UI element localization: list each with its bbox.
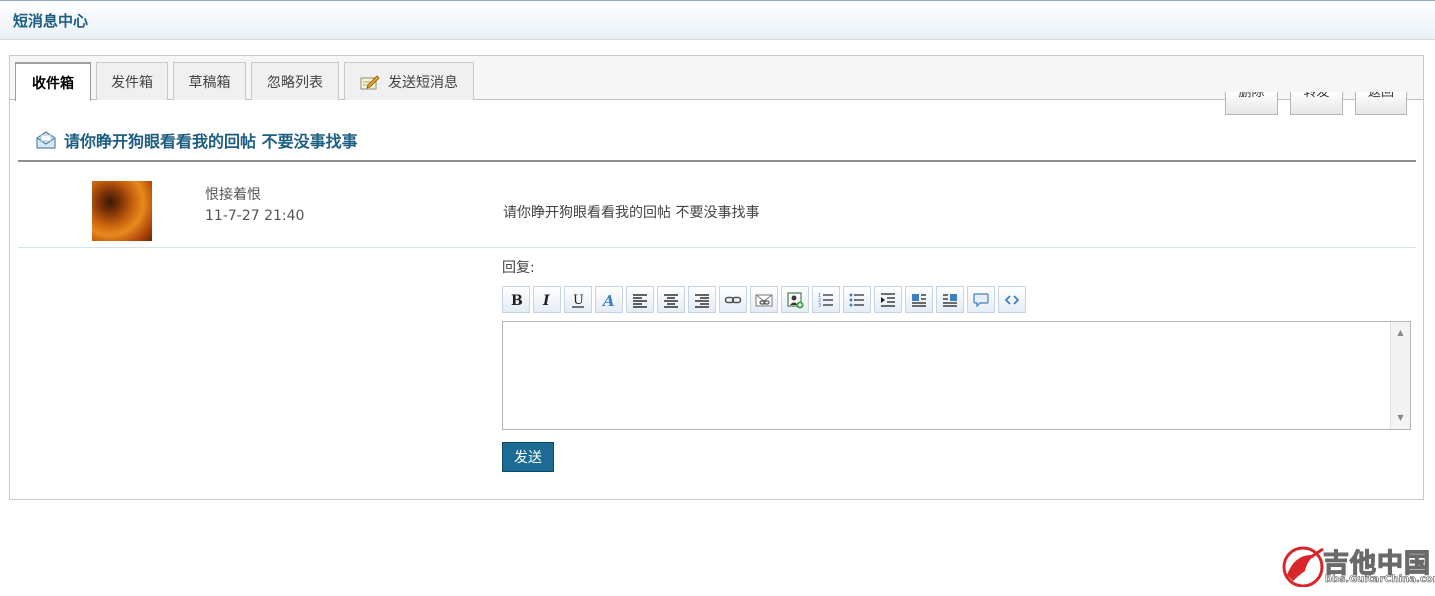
italic-icon[interactable]: I xyxy=(533,286,561,313)
indent-icon[interactable] xyxy=(874,286,902,313)
float-right-icon[interactable] xyxy=(936,286,964,313)
message-subject: 请你睁开狗眼看看我的回帖 不要没事找事 xyxy=(64,132,358,151)
divider xyxy=(18,160,1416,162)
message-time: 11-7-27 21:40 xyxy=(205,208,305,224)
reply-editor: ▲ ▼ xyxy=(502,321,1411,430)
scroll-down-icon[interactable]: ▼ xyxy=(1391,409,1410,427)
tab-bar: 收件箱 发件箱 草稿箱 忽略列表 发送短消息 xyxy=(10,56,1423,101)
ordered-list-icon[interactable]: 123 xyxy=(812,286,840,313)
page-title: 短消息中心 xyxy=(13,12,89,30)
message-panel: 收件箱 发件箱 草稿箱 忽略列表 发送短消息 xyxy=(9,55,1424,500)
page-header: 短消息中心 xyxy=(0,0,1435,40)
message-body: 请你睁开狗眼看看我的回帖 不要没事找事 xyxy=(503,205,760,221)
tab-inbox-label: 收件箱 xyxy=(32,75,74,92)
tab-outbox-label: 发件箱 xyxy=(111,74,153,91)
guitar-logo-icon xyxy=(1282,546,1324,587)
tab-inbox[interactable]: 收件箱 xyxy=(15,62,91,101)
watermark-url: bbs.GuitarChina.com xyxy=(1325,574,1435,586)
delete-button[interactable]: 删除 xyxy=(1225,92,1278,115)
open-mail-icon xyxy=(36,131,56,149)
quote-icon[interactable] xyxy=(967,286,995,313)
tab-drafts-label: 草稿箱 xyxy=(188,74,231,91)
reply-label: 回复: xyxy=(502,260,535,276)
svg-text:B: B xyxy=(511,293,523,309)
float-left-icon[interactable] xyxy=(905,286,933,313)
underline-icon[interactable]: U xyxy=(564,286,592,313)
font-color-icon[interactable]: A xyxy=(595,286,623,313)
align-left-icon[interactable] xyxy=(626,286,654,313)
sender-name[interactable]: 恨接着恨 xyxy=(205,184,261,204)
message-subject-row: 请你睁开狗眼看看我的回帖 不要没事找事 xyxy=(35,128,358,152)
editor-toolbar: B I U A 123 xyxy=(502,286,1029,313)
sender-avatar[interactable] xyxy=(92,181,152,241)
send-button[interactable]: 发送 xyxy=(502,442,554,472)
svg-text:I: I xyxy=(542,293,550,309)
divider xyxy=(18,247,1416,248)
tab-outbox[interactable]: 发件箱 xyxy=(96,62,168,100)
svg-text:U: U xyxy=(573,293,584,308)
tab-compose-label: 发送短消息 xyxy=(388,74,458,91)
align-right-icon[interactable] xyxy=(688,286,716,313)
unordered-list-icon[interactable] xyxy=(843,286,871,313)
tab-ignore-list-label: 忽略列表 xyxy=(267,74,323,91)
forward-button[interactable]: 转发 xyxy=(1290,92,1343,115)
tab-compose[interactable]: 发送短消息 xyxy=(344,62,474,100)
svg-text:3: 3 xyxy=(818,303,821,309)
editor-scrollbar[interactable]: ▲ ▼ xyxy=(1390,322,1410,429)
reply-textarea[interactable] xyxy=(503,322,1390,429)
scroll-up-icon[interactable]: ▲ xyxy=(1391,324,1410,342)
insert-image-icon[interactable] xyxy=(781,286,809,313)
unlink-icon[interactable] xyxy=(750,286,778,313)
bold-icon[interactable]: B xyxy=(502,286,530,313)
align-center-icon[interactable] xyxy=(657,286,685,313)
code-icon[interactable] xyxy=(998,286,1026,313)
tab-drafts[interactable]: 草稿箱 xyxy=(173,62,246,100)
back-button[interactable]: 返回 xyxy=(1355,92,1407,115)
svg-text:A: A xyxy=(601,292,615,309)
link-icon[interactable] xyxy=(719,286,747,313)
site-watermark: 吉他中国 bbs.GuitarChina.com xyxy=(1281,543,1435,589)
compose-icon xyxy=(360,74,380,89)
tab-ignore-list[interactable]: 忽略列表 xyxy=(251,62,339,100)
